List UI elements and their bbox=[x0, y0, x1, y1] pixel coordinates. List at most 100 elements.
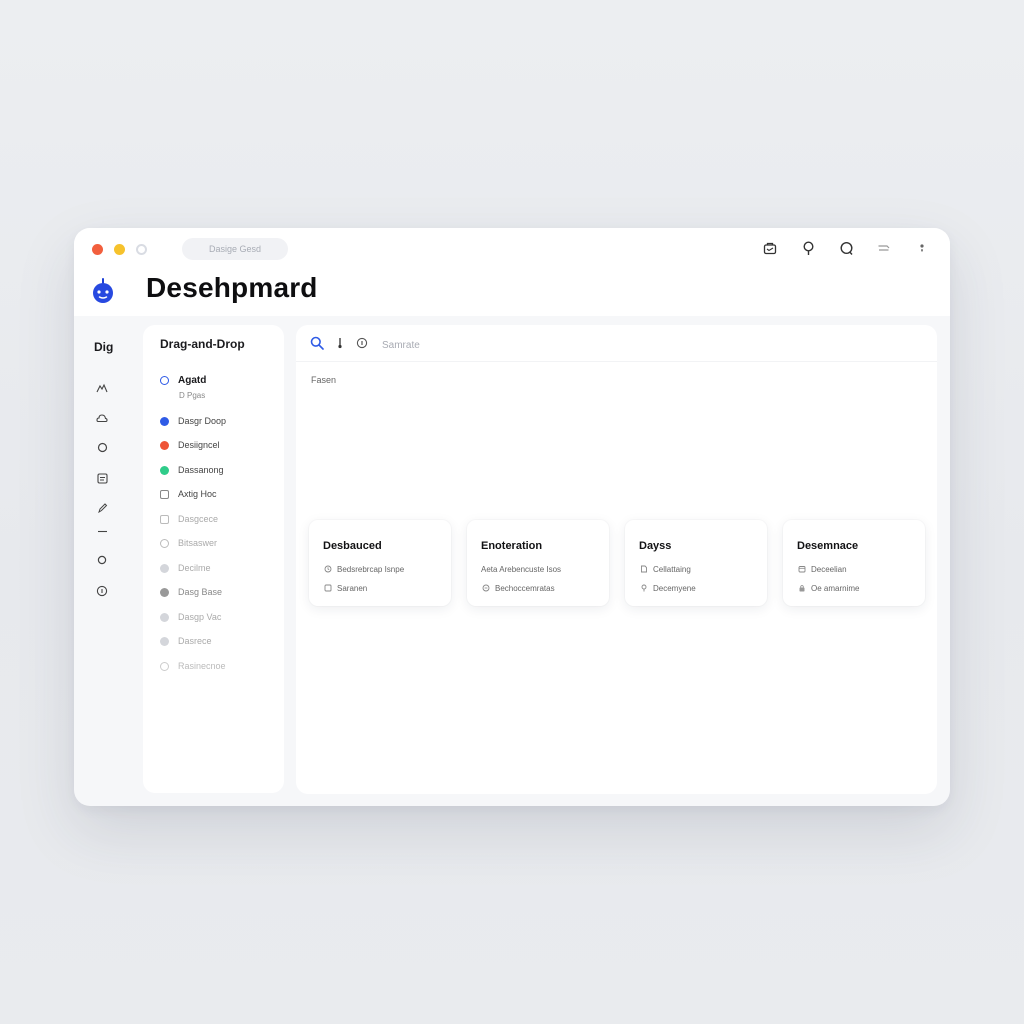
document-icon[interactable] bbox=[94, 470, 110, 486]
page-icon bbox=[639, 565, 648, 574]
search-input[interactable]: Samrate bbox=[382, 340, 420, 351]
sidebar-item-label: Dasgp Vac bbox=[178, 612, 222, 622]
pen-icon[interactable] bbox=[94, 499, 110, 515]
green-dot-icon bbox=[160, 465, 169, 475]
sidebar-item-label: Dasrece bbox=[178, 636, 212, 646]
main-toolbar: Samrate bbox=[310, 335, 420, 355]
sidebar-item-label: Axtig Hoc bbox=[178, 489, 217, 499]
sidebar-item-label: Dasgr Doop bbox=[178, 416, 227, 426]
sidebar-sub-label: D Pgas bbox=[179, 391, 206, 400]
left-rail: Dig bbox=[74, 316, 134, 806]
pin-icon bbox=[639, 584, 648, 593]
app-logo-icon bbox=[92, 278, 114, 304]
sidebar-item[interactable]: Dasrece bbox=[160, 632, 212, 650]
drag-handle-icon[interactable] bbox=[336, 336, 344, 354]
app-window: Dasige Gesd Desehpmard Dig Drag-and-Drop… bbox=[74, 228, 950, 806]
close-window-button[interactable] bbox=[92, 244, 103, 255]
sidebar-item-label: Dassanong bbox=[178, 465, 224, 475]
section-label: Fasen bbox=[311, 375, 337, 385]
card-row-text: Bechoccemratas bbox=[495, 583, 555, 593]
red-dot-icon bbox=[160, 440, 169, 450]
sidebar-item[interactable]: Dasgp Vac bbox=[160, 608, 221, 626]
location-pin-icon[interactable] bbox=[800, 240, 816, 256]
window-controls bbox=[92, 244, 147, 255]
card-row: Oe amarnime bbox=[797, 582, 859, 594]
chat-icon[interactable] bbox=[838, 240, 854, 256]
card-row-text: Saranen bbox=[337, 583, 368, 593]
sidebar-item[interactable]: Dasg Base bbox=[160, 583, 222, 601]
page-title: Desehpmard bbox=[146, 272, 318, 303]
card-row: Deceelian bbox=[797, 563, 847, 575]
sidebar-item-label: Agatd bbox=[178, 374, 207, 386]
link-icon[interactable] bbox=[876, 240, 892, 256]
ring-icon[interactable] bbox=[94, 552, 110, 568]
sidebar-item[interactable]: Dasgr Doop bbox=[160, 412, 226, 430]
search-icon[interactable] bbox=[310, 336, 324, 355]
lock-icon bbox=[797, 584, 806, 593]
chat-icon bbox=[481, 584, 490, 593]
card-row: Bedsrebrcap Isnpe bbox=[323, 563, 404, 575]
sidebar-item[interactable]: Agatd bbox=[160, 371, 206, 389]
folder-icon bbox=[160, 489, 169, 499]
minus-icon[interactable] bbox=[94, 523, 110, 539]
card-row-text: Aeta Arebencuste Isos bbox=[481, 564, 562, 574]
info-icon[interactable] bbox=[94, 583, 110, 599]
sidebar-item[interactable]: Dasgcece bbox=[160, 510, 218, 528]
toolbar-divider bbox=[296, 361, 937, 362]
sidebar-item[interactable]: Desiigncel bbox=[160, 436, 220, 454]
grey-dot-icon bbox=[160, 636, 169, 646]
sidebar-item-label: Dasg Base bbox=[178, 587, 223, 597]
card-row-text: Cellattaing bbox=[653, 564, 691, 574]
card-row-text: Decemyene bbox=[653, 583, 696, 593]
clock-icon bbox=[323, 565, 332, 574]
blue-dot-icon bbox=[160, 416, 169, 426]
sidebar-item-label: Rasinecnoe bbox=[178, 661, 226, 671]
sidebar-title: Drag-and-Drop bbox=[160, 337, 245, 351]
circle-icon[interactable] bbox=[94, 439, 110, 455]
sidebar-item[interactable]: Decilme bbox=[160, 559, 211, 577]
card-dayss[interactable]: Dayss Cellattaing Decemyene bbox=[625, 520, 767, 606]
toggle-icon bbox=[160, 538, 169, 548]
card-row-text: Oe amarnime bbox=[811, 583, 860, 593]
card-desbauced[interactable]: Desbauced Bedsrebrcap Isnpe Saranen bbox=[309, 520, 451, 606]
sidebar-item[interactable]: Rasinecnoe bbox=[160, 657, 226, 675]
card-title: Desbauced bbox=[323, 540, 382, 552]
ring-icon bbox=[160, 661, 169, 671]
sidebar-item-label: Bitsaswer bbox=[178, 538, 218, 548]
sidebar-item[interactable]: Axtig Hoc bbox=[160, 485, 217, 503]
address-bar[interactable]: Dasige Gesd bbox=[182, 238, 288, 260]
card-row: Bechoccemratas bbox=[481, 582, 555, 594]
card-title: Enoteration bbox=[481, 540, 543, 552]
minimize-window-button[interactable] bbox=[114, 244, 125, 255]
inbox-icon[interactable] bbox=[762, 240, 778, 256]
sidebar-panel: Drag-and-Drop Agatd D Pgas Dasgr Doop De… bbox=[143, 325, 284, 793]
sidebar-item-label: Decilme bbox=[178, 563, 211, 573]
card-desemnace[interactable]: Desemnace Deceelian Oe amarnime bbox=[783, 520, 925, 606]
people-icon[interactable] bbox=[94, 380, 110, 396]
top-bar: Dasige Gesd Desehpmard bbox=[74, 228, 950, 316]
card-row: Cellattaing bbox=[639, 563, 691, 575]
cloud-icon[interactable] bbox=[94, 410, 110, 426]
top-toolbar bbox=[762, 240, 930, 256]
main-panel: Samrate Fasen Desbauced Bedsrebrcap Isnp… bbox=[296, 325, 937, 794]
grey-dot-icon bbox=[160, 563, 169, 573]
card-row: Saranen bbox=[323, 582, 367, 594]
info-icon[interactable] bbox=[356, 336, 368, 354]
maximize-window-button[interactable] bbox=[136, 244, 147, 255]
calendar-icon bbox=[797, 565, 806, 574]
sidebar-item-label: Dasgcece bbox=[178, 514, 219, 524]
card-row-text: Deceelian bbox=[811, 564, 847, 574]
user-icon[interactable] bbox=[914, 240, 930, 256]
file-icon bbox=[160, 514, 169, 524]
grey-dot-icon bbox=[160, 612, 169, 622]
box-icon bbox=[323, 584, 332, 593]
card-title: Dayss bbox=[639, 540, 672, 552]
sidebar-ring-icon bbox=[160, 375, 169, 385]
sidebar-item[interactable]: Bitsaswer bbox=[160, 534, 217, 552]
card-row: Aeta Arebencuste Isos bbox=[481, 563, 561, 575]
card-row-text: Bedsrebrcap Isnpe bbox=[337, 564, 405, 574]
grey-dot-icon bbox=[160, 587, 169, 597]
card-enoteration[interactable]: Enoteration Aeta Arebencuste Isos Bechoc… bbox=[467, 520, 609, 606]
sidebar-item[interactable]: Dassanong bbox=[160, 461, 224, 479]
card-row: Decemyene bbox=[639, 582, 696, 594]
